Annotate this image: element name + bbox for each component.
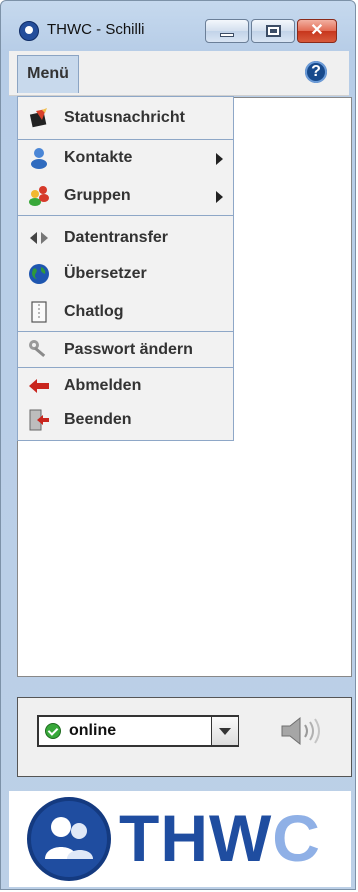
menu-item-chatlog[interactable]: Chatlog: [18, 295, 233, 329]
keys-icon: [29, 340, 46, 358]
menu-item-statusnachricht[interactable]: Statusnachricht: [18, 101, 233, 135]
groups-icon: [29, 186, 49, 206]
menu-item-label: Kontakte: [64, 149, 133, 166]
status-select[interactable]: online: [37, 715, 239, 747]
logout-arrow-icon: [29, 379, 49, 393]
close-button[interactable]: ✕: [297, 19, 337, 43]
menu-item-label: Abmelden: [64, 377, 142, 394]
brand-logo-text: THWC: [119, 803, 321, 873]
exit-door-icon: [29, 409, 49, 431]
menu-item-datentransfer[interactable]: Datentransfer: [18, 221, 233, 255]
minimize-button[interactable]: [205, 19, 249, 43]
main-menu-dropdown: Statusnachricht Kontakte Gruppen Datentr…: [17, 96, 234, 441]
menu-item-label: Chatlog: [64, 303, 124, 320]
menu-item-label: Datentransfer: [64, 229, 169, 246]
menu-separator: [18, 139, 233, 140]
contacts-icon: [31, 148, 47, 169]
menu-item-label: Gruppen: [64, 187, 131, 204]
menu-item-kontakte[interactable]: Kontakte: [18, 141, 233, 175]
close-icon: ✕: [310, 22, 324, 39]
chevron-down-icon[interactable]: [211, 717, 238, 745]
status-message-icon: [29, 108, 47, 128]
menu-item-label: Übersetzer: [64, 265, 147, 282]
app-window: THWC - Schilli ✕ Menü ? Statusnachricht: [0, 0, 356, 890]
online-status-icon: [45, 723, 61, 739]
menu-item-label: Beenden: [64, 411, 132, 428]
menu-item-gruppen[interactable]: Gruppen: [18, 179, 233, 213]
menu-item-label: Passwort ändern: [64, 341, 193, 358]
speaker-icon[interactable]: [276, 714, 326, 748]
menu-separator: [18, 331, 233, 332]
help-icon[interactable]: ?: [305, 61, 327, 83]
brand-logo-area: THWC: [9, 791, 351, 887]
menu-item-passwort-aendern[interactable]: Passwort ändern: [18, 333, 233, 367]
status-value: online: [69, 722, 117, 739]
menu-separator: [18, 367, 233, 368]
status-panel: online: [17, 697, 352, 777]
window-title: THWC - Schilli: [47, 21, 145, 38]
menu-bar: Menü ?: [9, 51, 349, 96]
menu-separator: [18, 215, 233, 216]
chatlog-icon: [31, 301, 47, 323]
brand-people-icon: [27, 797, 111, 881]
title-bar[interactable]: THWC - Schilli ✕: [1, 1, 355, 47]
menu-item-uebersetzer[interactable]: Übersetzer: [18, 257, 233, 291]
menu-button[interactable]: Menü: [17, 55, 79, 93]
menu-item-label: Statusnachricht: [64, 109, 185, 126]
data-transfer-icon: [30, 232, 48, 244]
minimize-icon: [220, 33, 234, 37]
brand-text-main: THW: [119, 801, 273, 875]
maximize-icon: [266, 25, 281, 37]
submenu-arrow-icon: [216, 153, 223, 165]
maximize-button[interactable]: [251, 19, 295, 43]
submenu-arrow-icon: [216, 191, 223, 203]
menu-item-beenden[interactable]: Beenden: [18, 403, 233, 437]
brand-text-accent: C: [272, 801, 321, 875]
app-logo-icon: [19, 21, 39, 41]
translator-globe-icon: [29, 264, 49, 284]
menu-item-abmelden[interactable]: Abmelden: [18, 369, 233, 403]
